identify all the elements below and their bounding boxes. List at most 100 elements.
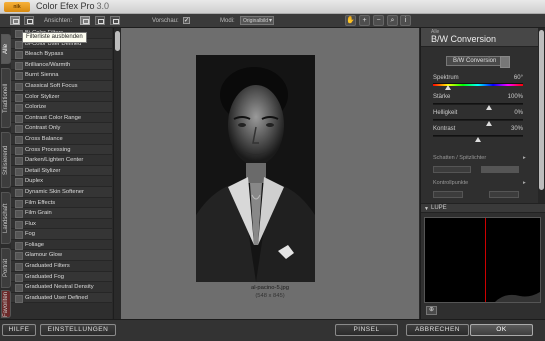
hand-tool-icon[interactable]: ✋ — [345, 15, 356, 26]
nik-logo: nik — [4, 2, 30, 12]
method-select[interactable]: B/W Conversion — [446, 56, 510, 68]
list-item[interactable]: Bleach Bypass — [11, 49, 112, 60]
filter-controls-panel: Alle B/W Conversion B/W Conversion Spekt… — [420, 28, 545, 319]
slider-knob[interactable] — [475, 137, 481, 142]
preview-filename: al-pacino-5.jpg — [250, 285, 290, 291]
settings-button[interactable]: EINSTELLUNGEN — [40, 324, 116, 336]
section-shadows-highlights[interactable]: Schatten / Spitzlichter ▸ — [433, 155, 526, 161]
pin-loupe-icon[interactable]: ⊕ — [426, 306, 437, 315]
preview-checkbox[interactable]: ✓ — [183, 17, 190, 24]
list-item[interactable]: Detail Stylizer — [11, 165, 112, 177]
zoom-fit-icon[interactable]: ⌕ — [387, 15, 398, 26]
list-item[interactable]: Foliage — [11, 239, 112, 251]
tab-favoriten[interactable]: Favoriten — [1, 290, 11, 318]
kontrast-slider[interactable] — [433, 135, 523, 142]
list-item[interactable]: Cross Processing — [11, 144, 112, 156]
slider-label-staerke: Stärke — [433, 94, 451, 100]
list-item[interactable]: Colorize — [11, 102, 112, 113]
tab-portraet[interactable]: Porträt — [1, 248, 11, 288]
category-tabs: Alle Traditionell Stilisierend Landschaf… — [0, 28, 11, 319]
slider-label-spektrum: Spektrum — [433, 75, 459, 81]
slider-label-helligkeit: Helligkeit — [433, 110, 458, 116]
view-single-icon[interactable] — [80, 16, 90, 25]
filter-name: B/W Conversion — [431, 34, 497, 44]
app-title: Color Efex Pro 3.0 — [36, 1, 109, 11]
preview-image — [196, 55, 315, 282]
list-item[interactable]: Classical Soft Focus — [11, 80, 112, 92]
scrollbar-thumb[interactable] — [539, 30, 544, 190]
list-item[interactable]: Graduated Filters — [11, 261, 112, 272]
expand-arrow-icon: ▸ — [523, 155, 526, 161]
panel-scrollbar[interactable] — [538, 28, 545, 208]
app-title-text: Color Efex Pro — [36, 1, 95, 11]
list-item[interactable]: Flux — [11, 218, 112, 230]
brush-button[interactable]: PINSEL — [335, 324, 398, 336]
list-item[interactable]: Fog — [11, 229, 112, 240]
toggle-panels-icon[interactable] — [24, 16, 34, 25]
list-item[interactable]: Graduated Fog — [11, 271, 112, 283]
modi-select[interactable]: Originalbild — [240, 16, 274, 25]
slider-knob[interactable] — [485, 105, 492, 110]
title-bar: nik Color Efex Pro 3.0 — [0, 0, 545, 14]
helligkeit-slider[interactable] — [433, 119, 523, 126]
help-button[interactable]: HILFE — [2, 324, 36, 336]
highlights-control[interactable] — [481, 166, 519, 173]
list-item[interactable]: Dynamic Skin Softener — [11, 186, 112, 198]
tooltip: Filterliste ausblenden — [22, 32, 87, 43]
slider-value-helligkeit: 0% — [514, 110, 523, 116]
list-item[interactable]: Contrast Only — [11, 123, 112, 134]
filter-list-scrollbar[interactable] — [113, 28, 121, 319]
info-icon[interactable]: i — [400, 15, 411, 26]
list-item[interactable]: Cross Balance — [11, 133, 112, 145]
filter-list: Bi-Color Filters Bi-Color User Defined B… — [11, 28, 112, 319]
slider-knob[interactable] — [445, 85, 452, 90]
portrait-photo — [196, 55, 315, 282]
shadows-control[interactable] — [433, 166, 471, 173]
list-item[interactable]: Glamour Glow — [11, 250, 112, 262]
cancel-button[interactable]: ABBRECHEN — [406, 324, 469, 336]
section-shadows-label: Schatten / Spitzlichter — [433, 155, 487, 161]
loupe-label: LUPE — [431, 205, 447, 211]
collapse-triangle-icon: ▼ — [424, 206, 429, 212]
tab-traditionell[interactable]: Traditionell — [1, 68, 11, 128]
list-item[interactable]: Graduated User Defined — [11, 292, 112, 304]
slider-label-kontrast: Kontrast — [433, 126, 456, 132]
filter-header: Alle B/W Conversion — [421, 28, 538, 47]
zoom-out-icon[interactable]: − — [373, 15, 384, 26]
remove-control-point-button[interactable] — [489, 191, 519, 198]
bottom-bar: HILFE EINSTELLUNGEN PINSEL ABBRECHEN OK — [0, 319, 545, 341]
list-item[interactable]: Contrast Color Range — [11, 112, 112, 124]
slider-value-kontrast: 30% — [510, 126, 523, 132]
list-item[interactable]: Duplex — [11, 176, 112, 187]
preview-dimensions: (548 x 845) — [255, 293, 285, 299]
app-version: 3.0 — [96, 1, 110, 11]
ansichten-label: Ansichten: — [44, 18, 73, 24]
tab-landschaft[interactable]: Landschaft — [1, 192, 11, 244]
loupe-detail — [495, 292, 540, 302]
add-control-point-button[interactable] — [433, 191, 463, 198]
tab-stilisierend[interactable]: Stilisierend — [1, 132, 11, 188]
list-item[interactable]: Color Stylizer — [11, 91, 112, 103]
list-item[interactable]: Brilliance/Warmth — [11, 59, 112, 71]
toolbar: Ansichten: Vorschau: ✓ Modi: Originalbil… — [0, 14, 545, 28]
list-item[interactable]: Burnt Sienna — [11, 70, 112, 81]
section-control-points[interactable]: Kontrollpunkte ▸ — [433, 180, 526, 186]
list-item[interactable]: Film Effects — [11, 197, 112, 209]
list-item[interactable]: Darken/Lighten Center — [11, 155, 112, 166]
zoom-in-icon[interactable]: + — [359, 15, 370, 26]
spektrum-slider[interactable] — [433, 83, 523, 90]
view-split-icon[interactable] — [95, 16, 105, 25]
view-side-by-side-icon[interactable] — [110, 16, 120, 25]
staerke-slider[interactable] — [433, 103, 523, 110]
list-item[interactable]: Film Grain — [11, 208, 112, 219]
slider-value-spektrum: 60° — [513, 75, 523, 81]
list-item[interactable]: Graduated Neutral Density — [11, 282, 112, 293]
toggle-filterlist-icon[interactable] — [10, 16, 20, 25]
loupe-header[interactable]: ▼ LUPE — [421, 203, 545, 213]
loupe-view — [424, 217, 541, 303]
scrollbar-thumb[interactable] — [115, 31, 120, 51]
expand-arrow-icon: ▸ — [523, 180, 526, 186]
ok-button[interactable]: OK — [470, 324, 533, 336]
tab-alle[interactable]: Alle — [1, 34, 11, 64]
slider-knob[interactable] — [485, 121, 492, 126]
